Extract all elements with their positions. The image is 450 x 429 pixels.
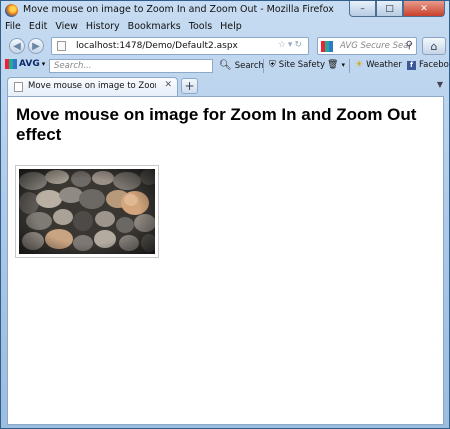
menu-bookmarks[interactable]: Bookmarks bbox=[128, 21, 181, 35]
toolbar-divider bbox=[349, 59, 350, 73]
navigation-bar: ◀ ▶ localhost:1478/Demo/Default2.aspx ☆▾… bbox=[1, 35, 449, 57]
home-icon: ⌂ bbox=[430, 39, 438, 53]
tab-close-icon[interactable]: ✕ bbox=[164, 80, 172, 90]
forward-arrow-icon: ▶ bbox=[32, 40, 40, 52]
window-controls: – □ ✕ bbox=[349, 1, 445, 17]
facebook-button[interactable]: f Facebo bbox=[407, 60, 449, 70]
url-bar[interactable]: localhost:1478/Demo/Default2.aspx ☆▾↻ bbox=[51, 37, 309, 55]
avg-search-label: Search bbox=[234, 60, 264, 71]
avg-dropdown-arrow-icon: ▾ bbox=[41, 60, 46, 68]
title-bar: Move mouse on image to Zoom In and Zoom … bbox=[1, 1, 449, 21]
pebbles-image bbox=[19, 169, 155, 254]
avg-search-placeholder: Search... bbox=[54, 61, 92, 71]
avg-menu-button[interactable]: AVG ▾ bbox=[5, 59, 45, 69]
url-bar-actions: ☆▾↻ bbox=[278, 40, 304, 50]
page-favicon-icon bbox=[57, 41, 66, 51]
avg-search-input[interactable]: Search... bbox=[49, 59, 213, 73]
menu-file[interactable]: File bbox=[5, 21, 21, 35]
menu-view[interactable]: View bbox=[55, 21, 78, 35]
weather-button[interactable]: ☀ Weather bbox=[355, 60, 402, 70]
site-safety-label: Site Safety bbox=[278, 60, 325, 70]
tab-active[interactable]: Move mouse on image to Zoom In and ... ✕ bbox=[7, 77, 178, 96]
page-heading: Move mouse on image for Zoom In and Zoom… bbox=[16, 105, 417, 144]
avg-search-button[interactable]: 🔍︎ Search bbox=[219, 60, 264, 71]
browser-window: Move mouse on image to Zoom In and Zoom … bbox=[0, 0, 450, 429]
forward-button[interactable]: ▶ bbox=[28, 38, 44, 54]
menu-bar: File Edit View History Bookmarks Tools H… bbox=[1, 21, 449, 35]
trash-button[interactable]: 🗑︎ ▾ bbox=[327, 60, 345, 70]
avg-logo-icon bbox=[5, 59, 17, 69]
list-all-tabs-icon[interactable]: ▼ bbox=[437, 80, 443, 89]
plus-icon: + bbox=[184, 79, 195, 93]
back-arrow-icon: ◀ bbox=[13, 40, 21, 52]
search-icon[interactable]: ⚲ bbox=[406, 40, 413, 51]
facebook-icon: f bbox=[407, 60, 416, 70]
tab-label: Move mouse on image to Zoom In and ... bbox=[28, 81, 156, 91]
window-title: Move mouse on image to Zoom In and Zoom … bbox=[23, 4, 334, 15]
page-content: Move mouse on image for Zoom In and Zoom… bbox=[7, 96, 444, 425]
weather-sun-icon: ☀ bbox=[355, 60, 364, 70]
menu-help[interactable]: Help bbox=[220, 21, 242, 35]
new-tab-button[interactable]: + bbox=[181, 78, 198, 94]
toolbar-divider bbox=[263, 59, 264, 73]
tab-favicon-icon bbox=[14, 82, 23, 92]
avg-search-engine-icon[interactable] bbox=[321, 41, 333, 52]
bookmark-star-icon[interactable]: ☆ bbox=[278, 40, 288, 50]
minimize-button[interactable]: – bbox=[349, 1, 376, 17]
url-text: localhost:1478/Demo/Default2.aspx bbox=[76, 41, 238, 51]
close-button[interactable]: ✕ bbox=[403, 1, 445, 17]
menu-edit[interactable]: Edit bbox=[29, 21, 47, 35]
avg-brand: AVG bbox=[19, 59, 40, 69]
menu-history[interactable]: History bbox=[86, 21, 120, 35]
search-bar-placeholder: AVG Secure Sear bbox=[340, 41, 412, 51]
avg-toolbar: AVG ▾ Search... 🔍︎ Search ⛨ Site Safety … bbox=[1, 57, 449, 75]
menu-tools[interactable]: Tools bbox=[189, 21, 212, 35]
trash-dropdown-icon: ▾ bbox=[341, 61, 345, 69]
magnifier-icon: 🔍︎ bbox=[219, 60, 232, 71]
shield-icon: ⛨ bbox=[269, 60, 276, 70]
facebook-label: Facebo bbox=[419, 60, 449, 70]
site-safety-button[interactable]: ⛨ Site Safety bbox=[269, 60, 325, 70]
tab-strip: Move mouse on image to Zoom In and ... ✕… bbox=[1, 75, 449, 96]
trash-icon: 🗑︎ bbox=[327, 60, 339, 70]
search-bar[interactable]: AVG Secure Sear ⚲ bbox=[317, 37, 417, 55]
weather-label: Weather bbox=[366, 60, 402, 70]
home-button[interactable]: ⌂ bbox=[422, 37, 446, 55]
firefox-logo-icon bbox=[5, 4, 18, 17]
reload-icon[interactable]: ↻ bbox=[294, 40, 304, 50]
back-button[interactable]: ◀ bbox=[9, 38, 25, 54]
zoom-image[interactable] bbox=[15, 165, 159, 258]
maximize-button[interactable]: □ bbox=[376, 1, 403, 17]
